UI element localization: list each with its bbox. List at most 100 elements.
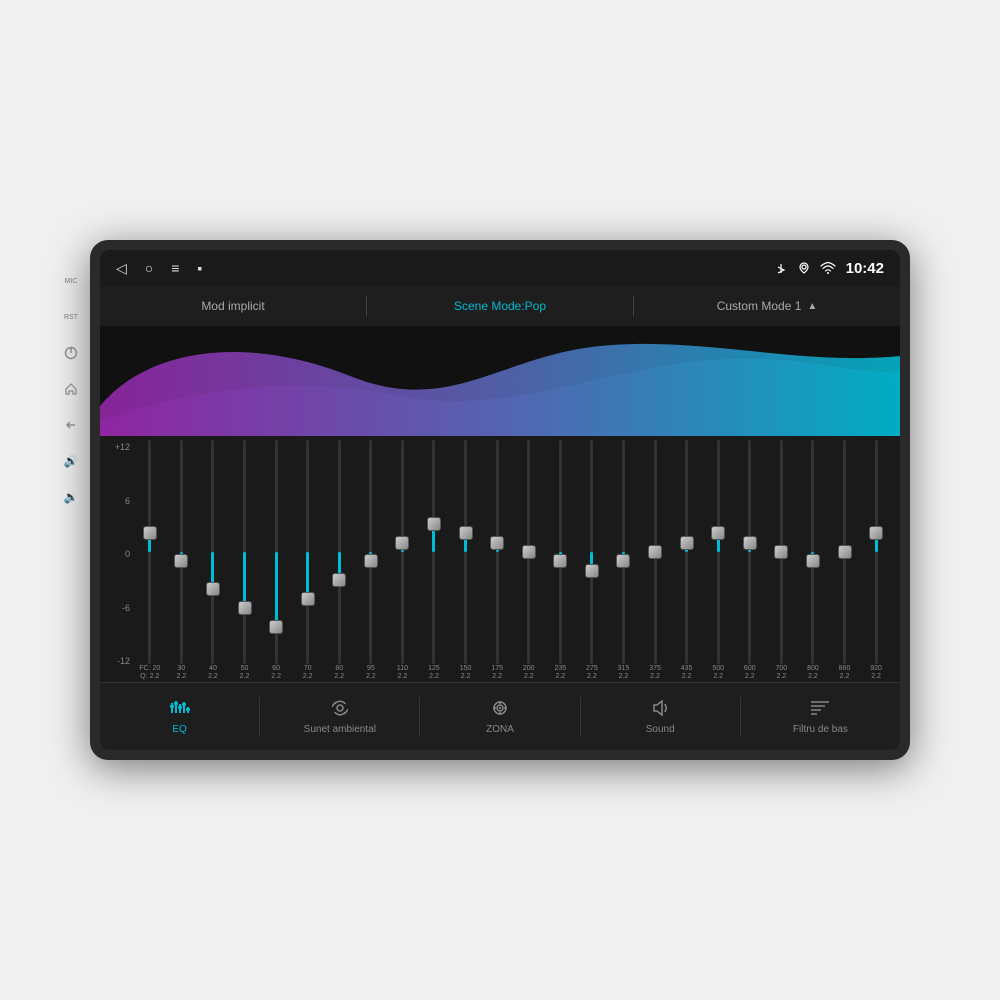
slider-knob[interactable] xyxy=(206,582,220,596)
slider-track-container[interactable] xyxy=(292,440,324,664)
slider-knob[interactable] xyxy=(427,517,441,531)
eq-band-30[interactable]: 30 2.2 xyxy=(166,440,198,682)
slider-knob[interactable] xyxy=(143,526,157,540)
slider-knob[interactable] xyxy=(174,554,188,568)
eq-band-80[interactable]: 80 2.2 xyxy=(323,440,355,682)
eq-band-150[interactable]: 150 2.2 xyxy=(450,440,482,682)
tab-filtru[interactable]: Filtru de bas xyxy=(741,683,900,750)
slider-knob[interactable] xyxy=(553,554,567,568)
eq-band-60[interactable]: 60 2.2 xyxy=(260,440,292,682)
slider-knob[interactable] xyxy=(585,564,599,578)
slider-knob[interactable] xyxy=(616,554,630,568)
slider-knob[interactable] xyxy=(680,536,694,550)
vol-up-icon[interactable]: 🔊 xyxy=(60,450,82,472)
mode-custom[interactable]: Custom Mode 1 ▲ xyxy=(634,286,900,326)
slider-knob[interactable] xyxy=(743,536,757,550)
slider-track xyxy=(717,440,720,664)
slider-track-container[interactable] xyxy=(197,440,229,664)
slider-knob[interactable] xyxy=(774,545,788,559)
slider-track-container[interactable] xyxy=(671,440,703,664)
slider-track-container[interactable] xyxy=(450,440,482,664)
home-nav-icon[interactable]: ○ xyxy=(145,260,153,276)
eq-band-235[interactable]: 235 2.2 xyxy=(545,440,577,682)
slider-track xyxy=(811,440,814,664)
slider-knob[interactable] xyxy=(395,536,409,550)
recent-nav-icon[interactable]: ▪ xyxy=(197,260,202,276)
vol-down-icon[interactable]: 🔉 xyxy=(60,486,82,508)
mode-scene[interactable]: Scene Mode:Pop xyxy=(367,286,633,326)
slider-track-container[interactable] xyxy=(260,440,292,664)
slider-knob[interactable] xyxy=(490,536,504,550)
eq-band-125[interactable]: 125 2.2 xyxy=(418,440,450,682)
mode-implicit[interactable]: Mod implicit xyxy=(100,286,366,326)
slider-knob[interactable] xyxy=(332,573,346,587)
slider-knob[interactable] xyxy=(648,545,662,559)
slider-track-container[interactable] xyxy=(860,440,892,664)
sliders-area: FC: 20 Q: 2.2 30 2.2 40 2.2 xyxy=(134,440,892,682)
slider-knob[interactable] xyxy=(711,526,725,540)
slider-track-container[interactable] xyxy=(829,440,861,664)
eq-band-95[interactable]: 95 2.2 xyxy=(355,440,387,682)
eq-band-175[interactable]: 175 2.2 xyxy=(481,440,513,682)
tab-sound[interactable]: Sound xyxy=(581,683,740,750)
slider-track-container[interactable] xyxy=(229,440,261,664)
slider-track-container[interactable] xyxy=(608,440,640,664)
slider-track-container[interactable] xyxy=(513,440,545,664)
slider-knob[interactable] xyxy=(238,601,252,615)
slider-knob[interactable] xyxy=(522,545,536,559)
slider-track-container[interactable] xyxy=(387,440,419,664)
eq-band-920[interactable]: 920 2.2 xyxy=(860,440,892,682)
q-label: 2.2 xyxy=(524,673,534,682)
eq-band-700[interactable]: 700 2.2 xyxy=(766,440,798,682)
slider-track-container[interactable] xyxy=(734,440,766,664)
slider-track-container[interactable] xyxy=(134,440,166,664)
slider-track-container[interactable] xyxy=(797,440,829,664)
tab-sunet-ambiental[interactable]: Sunet ambiental xyxy=(260,683,419,750)
menu-nav-icon[interactable]: ≡ xyxy=(171,260,179,276)
eq-band-40[interactable]: 40 2.2 xyxy=(197,440,229,682)
slider-track-container[interactable] xyxy=(545,440,577,664)
tab-zona[interactable]: ZONA xyxy=(420,683,579,750)
eq-band-70[interactable]: 70 2.2 xyxy=(292,440,324,682)
back-icon[interactable] xyxy=(60,414,82,436)
eq-band-800[interactable]: 800 2.2 xyxy=(797,440,829,682)
slider-knob[interactable] xyxy=(301,592,315,606)
tab-sunet-label: Sunet ambiental xyxy=(304,724,376,735)
tab-eq[interactable]: EQ xyxy=(100,683,259,750)
slider-knob[interactable] xyxy=(459,526,473,540)
eq-band-50[interactable]: 50 2.2 xyxy=(229,440,261,682)
slider-track-container[interactable] xyxy=(639,440,671,664)
eq-band-315[interactable]: 315 2.2 xyxy=(608,440,640,682)
q-label: 2.2 xyxy=(429,673,439,682)
eq-band-435[interactable]: 435 2.2 xyxy=(671,440,703,682)
home-icon[interactable] xyxy=(60,378,82,400)
eq-band-600[interactable]: 600 2.2 xyxy=(734,440,766,682)
slider-track-container[interactable] xyxy=(418,440,450,664)
slider-knob[interactable] xyxy=(869,526,883,540)
slider-track-container[interactable] xyxy=(481,440,513,664)
eq-sliders-container: +12 6 0 -6 -12 FC: 20 Q: 2.2 xyxy=(100,436,900,682)
slider-track-container[interactable] xyxy=(166,440,198,664)
slider-track-container[interactable] xyxy=(766,440,798,664)
slider-track-container[interactable] xyxy=(576,440,608,664)
eq-band-500[interactable]: 500 2.2 xyxy=(702,440,734,682)
time-display: 10:42 xyxy=(846,260,884,277)
slider-knob[interactable] xyxy=(269,620,283,634)
back-nav-icon[interactable]: ◁ xyxy=(116,260,127,277)
power-icon[interactable] xyxy=(60,342,82,364)
eq-band-20[interactable]: FC: 20 Q: 2.2 xyxy=(134,440,166,682)
eq-band-110[interactable]: 110 2.2 xyxy=(387,440,419,682)
eq-band-375[interactable]: 375 2.2 xyxy=(639,440,671,682)
slider-track-container[interactable] xyxy=(702,440,734,664)
q-label: 2.2 xyxy=(398,673,408,682)
slider-knob[interactable] xyxy=(364,554,378,568)
q-label: 2.2 xyxy=(587,673,597,682)
eq-band-275[interactable]: 275 2.2 xyxy=(576,440,608,682)
eq-band-860[interactable]: 860 2.2 xyxy=(829,440,861,682)
freq-label: 70 xyxy=(304,664,312,673)
slider-knob[interactable] xyxy=(838,545,852,559)
slider-knob[interactable] xyxy=(806,554,820,568)
slider-track-container[interactable] xyxy=(323,440,355,664)
slider-track-container[interactable] xyxy=(355,440,387,664)
eq-band-200[interactable]: 200 2.2 xyxy=(513,440,545,682)
